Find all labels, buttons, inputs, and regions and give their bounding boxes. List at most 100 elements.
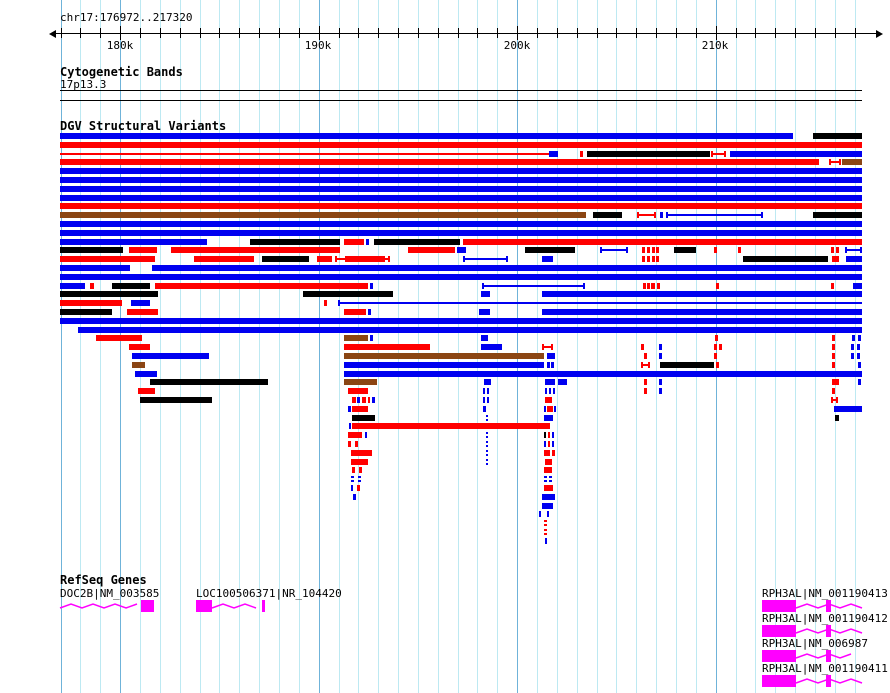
variant-bar[interactable]	[78, 327, 862, 333]
variant-bar[interactable]	[558, 379, 567, 385]
variant-bar[interactable]	[545, 379, 555, 385]
variant-bar[interactable]	[135, 371, 157, 377]
variant-bar[interactable]	[457, 247, 466, 253]
variant-bar[interactable]	[344, 344, 430, 350]
variant-bar[interactable]	[60, 195, 862, 201]
variant-bar[interactable]	[138, 388, 155, 394]
variant-bar[interactable]	[858, 362, 861, 368]
variant-bar[interactable]	[857, 344, 860, 350]
variant-bar[interactable]	[858, 379, 861, 385]
variant-bar[interactable]	[344, 239, 364, 245]
variant-bar[interactable]	[593, 212, 622, 218]
variant-bar[interactable]	[644, 379, 647, 385]
variant-bar[interactable]	[647, 247, 650, 253]
variant-bar[interactable]	[487, 397, 489, 403]
variant-bar[interactable]	[374, 239, 460, 245]
variant-bar[interactable]	[317, 256, 332, 262]
variant-bar[interactable]	[340, 302, 862, 304]
variant-bar[interactable]	[580, 151, 583, 157]
variant-bar[interactable]	[600, 247, 628, 253]
variant-bar[interactable]	[481, 335, 488, 341]
variant-bar[interactable]	[150, 379, 268, 385]
variant-bar[interactable]	[714, 247, 717, 253]
variant-bar[interactable]	[674, 247, 696, 253]
variant-bar[interactable]	[858, 335, 861, 341]
variant-bar[interactable]	[643, 283, 646, 289]
variant-bar[interactable]	[544, 467, 552, 473]
variant-bar[interactable]	[846, 256, 862, 262]
gene-label[interactable]: RPH3AL|NM_006987	[762, 638, 868, 650]
variant-bar[interactable]	[60, 291, 158, 297]
variant-bar[interactable]	[641, 362, 650, 368]
variant-bar[interactable]	[657, 283, 660, 289]
variant-bar[interactable]	[659, 344, 662, 350]
variant-bar[interactable]	[344, 353, 544, 359]
variant-bar[interactable]	[90, 283, 94, 289]
variant-bar[interactable]	[483, 397, 485, 403]
variant-bar[interactable]	[351, 450, 372, 456]
variant-bar[interactable]	[357, 397, 360, 403]
variant-bar[interactable]	[372, 397, 375, 403]
variant-bar[interactable]	[483, 406, 486, 412]
variant-bar[interactable]	[140, 397, 212, 403]
variant-bar[interactable]	[482, 283, 585, 289]
variant-bar[interactable]	[112, 283, 150, 289]
variant-bar[interactable]	[348, 432, 362, 438]
variant-bar[interactable]	[716, 283, 719, 289]
gene-label[interactable]: RPH3AL|NM_001190413	[762, 588, 888, 600]
variant-bar[interactable]	[60, 212, 586, 218]
variant-bar[interactable]	[352, 467, 355, 473]
gene-label[interactable]: RPH3AL|NM_001190411	[762, 663, 888, 675]
variant-bar[interactable]	[552, 441, 554, 447]
variant-bar[interactable]	[544, 529, 547, 535]
variant-bar[interactable]	[194, 256, 254, 262]
variant-bar[interactable]	[60, 318, 862, 324]
variant-bar[interactable]	[832, 388, 835, 394]
variant-bar[interactable]	[542, 256, 553, 262]
gene-exon-box[interactable]	[762, 600, 796, 612]
gene-label[interactable]: RPH3AL|NM_001190412	[762, 613, 888, 625]
variant-bar[interactable]	[832, 256, 839, 262]
variant-bar[interactable]	[553, 388, 555, 394]
variant-bar[interactable]	[547, 511, 549, 517]
gene-exon-box[interactable]	[762, 650, 796, 662]
variant-bar[interactable]	[60, 274, 862, 280]
gene-exon-box[interactable]	[762, 625, 796, 637]
variant-bar[interactable]	[129, 247, 157, 253]
variant-bar[interactable]	[544, 450, 550, 456]
variant-bar[interactable]	[366, 239, 369, 245]
variant-bar[interactable]	[549, 151, 558, 157]
gene-exon-box[interactable]	[762, 675, 796, 687]
variant-bar[interactable]	[171, 247, 340, 253]
variant-bar[interactable]	[659, 388, 662, 394]
variant-bar[interactable]	[486, 432, 488, 438]
variant-bar[interactable]	[351, 459, 368, 465]
variant-bar[interactable]	[370, 335, 373, 341]
variant-bar[interactable]	[852, 335, 855, 341]
variant-bar[interactable]	[642, 256, 645, 262]
gene-exon-box[interactable]	[141, 600, 154, 612]
variant-bar[interactable]	[132, 353, 209, 359]
variant-bar[interactable]	[832, 379, 839, 385]
variant-bar[interactable]	[486, 459, 488, 465]
variant-bar[interactable]	[127, 309, 158, 315]
variant-bar[interactable]	[463, 256, 508, 262]
variant-bar[interactable]	[545, 538, 547, 544]
variant-bar[interactable]	[344, 335, 368, 341]
variant-bar[interactable]	[656, 256, 659, 262]
variant-bar[interactable]	[587, 151, 710, 157]
variant-bar[interactable]	[481, 291, 490, 297]
variant-bar[interactable]	[548, 441, 550, 447]
variant-bar[interactable]	[155, 283, 368, 289]
variant-bar[interactable]	[644, 353, 647, 359]
variant-bar[interactable]	[355, 441, 358, 447]
variant-bar[interactable]	[547, 406, 553, 412]
variant-bar[interactable]	[129, 344, 150, 350]
variant-bar[interactable]	[486, 415, 488, 421]
gene-label[interactable]: DOC2B|NM_003585	[60, 588, 159, 600]
variant-bar[interactable]	[730, 151, 862, 157]
variant-bar[interactable]	[486, 450, 488, 456]
variant-bar[interactable]	[743, 256, 828, 262]
gene-intron-squiggle[interactable]	[211, 601, 262, 611]
variant-bar[interactable]	[60, 256, 155, 262]
